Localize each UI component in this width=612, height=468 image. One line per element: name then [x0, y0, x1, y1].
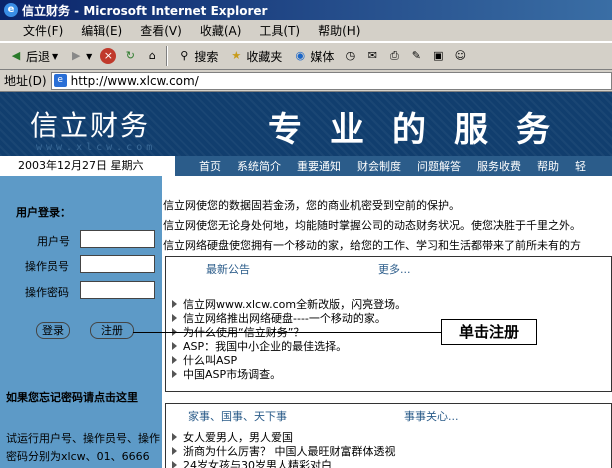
favorites-button[interactable]: ★ 收藏夹 [226, 48, 284, 65]
list-item[interactable]: 信立网络推出网络硬盘----一个移动的家。 [172, 311, 406, 325]
user-label: 用户号 [37, 235, 70, 248]
menu-edit[interactable]: 编辑(E) [72, 22, 131, 39]
stop-icon[interactable]: × [100, 48, 117, 64]
edit-icon[interactable]: ✎ [408, 48, 424, 64]
refresh-icon[interactable]: ↻ [122, 48, 138, 64]
site-logo: 信立财务 [30, 109, 151, 142]
back-button[interactable]: ◀ 后退 ▼ [6, 48, 60, 65]
nav-more[interactable]: 轻 [567, 158, 594, 174]
print-icon[interactable]: ⎙ [386, 48, 402, 64]
news-list: 女人爱男人，男人爱国 浙商为什么厉害？ 中国人最旺财富群体透视 24岁女孩与30… [172, 430, 396, 468]
intro-line: 信立网使您无论身处何地，均能随时掌握公司的动态财务状况。使您决胜于千里之外。 [163, 219, 581, 232]
date-display: 2003年12月27日 星期六 [0, 156, 175, 176]
announcement-list: 信立网www.xlcw.com全新改版，闪亮登场。 信立网络推出网络硬盘----… [172, 297, 406, 381]
menu-view[interactable]: 查看(V) [131, 22, 191, 39]
mail-icon[interactable]: ✉ [364, 48, 380, 64]
bullet-arrow-icon [172, 370, 177, 378]
search-button[interactable]: ⚲ 搜索 [174, 48, 220, 65]
announcement-box: 最新公告 更多... 信立网www.xlcw.com全新改版，闪亮登场。 信立网… [165, 256, 612, 392]
address-label: 地址(D) [4, 74, 47, 88]
nav-rules[interactable]: 财会制度 [349, 158, 409, 174]
list-item[interactable]: 浙商为什么厉害？ 中国人最旺财富群体透视 [172, 444, 396, 458]
bullet-arrow-icon [172, 342, 177, 350]
discuss-icon[interactable]: ▣ [430, 48, 446, 64]
news-box: 家事、国事、天下事 事事关心... 女人爱男人，男人爱国 浙商为什么厉害？ 中国… [165, 403, 612, 468]
window-title: 信立财务 - Microsoft Internet Explorer [22, 3, 268, 18]
site-logo-url: www.xlcw.com [36, 142, 157, 153]
nav-home[interactable]: 首页 [191, 158, 229, 174]
history-icon[interactable]: ◷ [342, 48, 358, 64]
bullet-arrow-icon [172, 300, 177, 308]
menu-file[interactable]: 文件(F) [14, 22, 72, 39]
nav-help[interactable]: 帮助 [529, 158, 567, 174]
intro-line: 信立网络硬盘使您拥有一个移动的家，给您的工作、学习和生活都带来了前所未有的方 [163, 239, 581, 252]
user-input[interactable] [80, 230, 155, 248]
site-nav: 首页 系统简介 重要通知 财会制度 问题解答 服务收费 帮助 轻 [175, 156, 612, 176]
nav-notice[interactable]: 重要通知 [289, 158, 349, 174]
bullet-arrow-icon [172, 433, 177, 441]
register-callout: 单击注册 [441, 319, 537, 345]
window-titlebar: e 信立财务 - Microsoft Internet Explorer [0, 0, 612, 20]
bullet-arrow-icon [172, 447, 177, 455]
ie-logo-icon: e [4, 3, 18, 17]
list-item[interactable]: 中国ASP市场调查。 [172, 367, 406, 381]
news-more-link[interactable]: 事事关心... [404, 408, 459, 424]
list-item[interactable]: 女人爱男人，男人爱国 [172, 430, 396, 444]
address-bar: 地址(D) e http://www.xlcw.com/ [0, 70, 612, 92]
intro-line: 信立网使您的数据固若金汤，您的商业机密受到空前的保护。 [163, 199, 460, 212]
search-icon: ⚲ [180, 49, 189, 62]
forgot-password-link[interactable]: 如果您忘记密码请点击这里 [6, 389, 138, 405]
chevron-down-icon: ▼ [86, 51, 93, 61]
site-slogan: 专业的服务 [268, 110, 578, 150]
messenger-icon[interactable]: ☺ [452, 48, 468, 64]
nav-fees[interactable]: 服务收费 [469, 158, 529, 174]
callout-line [133, 332, 441, 333]
announcement-header: 最新公告 更多... [166, 257, 612, 279]
announcement-more-link[interactable]: 更多... [378, 261, 411, 277]
trial-info: 试运行用户号、操作员号、操作密码分别为xlcw、01、6666 [6, 432, 160, 463]
favorites-icon: ★ [231, 49, 242, 62]
menu-help[interactable]: 帮助(H) [309, 22, 369, 39]
forward-arrow-icon: ▶ [71, 49, 81, 62]
menu-tools[interactable]: 工具(T) [250, 22, 309, 39]
list-item[interactable]: 24岁女孩与30岁男人精彩对白 [172, 458, 396, 468]
list-item[interactable]: 什么叫ASP [172, 353, 406, 367]
list-item[interactable]: ASP：我国中小企业的最佳选择。 [172, 339, 406, 353]
home-icon[interactable]: ⌂ [144, 48, 160, 64]
media-button[interactable]: ◉ 媒体 [290, 48, 336, 65]
menu-bar: 文件(F) 编辑(E) 查看(V) 收藏(A) 工具(T) 帮助(H) [0, 20, 612, 42]
chevron-down-icon: ▼ [52, 51, 59, 61]
bullet-arrow-icon [172, 461, 177, 468]
news-title: 家事、国事、天下事 [188, 410, 287, 423]
password-label: 操作密码 [25, 286, 69, 299]
toolbar: ◀ 后退 ▼ ▶ ▼ × ↻ ⌂ ⚲ 搜索 ★ 收藏夹 ◉ 媒体 ◷ ✉ ⎙ ✎… [0, 42, 612, 70]
site-banner: 信立财务 www.xlcw.com 专业的服务 [0, 92, 612, 156]
news-header: 家事、国事、天下事 事事关心... [166, 404, 612, 426]
list-item[interactable]: 信立网www.xlcw.com全新改版，闪亮登场。 [172, 297, 406, 311]
register-button[interactable]: 注册 [90, 322, 134, 339]
back-arrow-icon: ◀ [11, 49, 21, 62]
address-url: http://www.xlcw.com/ [70, 73, 199, 88]
forward-button[interactable]: ▶ ▼ [66, 48, 94, 64]
nav-faq[interactable]: 问题解答 [409, 158, 469, 174]
nav-intro[interactable]: 系统简介 [229, 158, 289, 174]
bullet-arrow-icon [172, 356, 177, 364]
menu-favorites[interactable]: 收藏(A) [191, 22, 251, 39]
login-button[interactable]: 登录 [36, 322, 70, 339]
operator-label: 操作员号 [25, 260, 69, 273]
bullet-arrow-icon [172, 314, 177, 322]
announcement-title: 最新公告 [206, 263, 250, 276]
media-icon: ◉ [295, 49, 306, 62]
address-input[interactable]: e http://www.xlcw.com/ [50, 71, 612, 90]
toolbar-separator [166, 46, 169, 66]
login-title: 用户登录： [16, 206, 71, 219]
page-icon: e [53, 74, 67, 87]
operator-input[interactable] [80, 255, 155, 273]
password-input[interactable] [80, 281, 155, 299]
